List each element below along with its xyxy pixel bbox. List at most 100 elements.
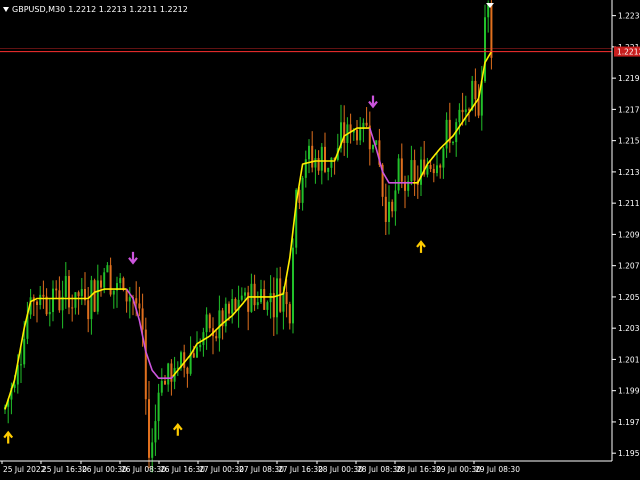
candle bbox=[432, 163, 435, 183]
candle-body bbox=[103, 272, 106, 288]
candle-body bbox=[231, 299, 234, 314]
candle bbox=[368, 111, 371, 166]
candle bbox=[202, 327, 205, 357]
time-label: 25 Jul 16:30 bbox=[42, 465, 87, 474]
candle-body bbox=[215, 336, 218, 339]
price-label: 1.2095 bbox=[618, 230, 640, 239]
candle-body bbox=[256, 302, 259, 306]
candle-body bbox=[64, 276, 67, 297]
candle bbox=[100, 275, 102, 297]
candle-body bbox=[445, 119, 448, 149]
candle-body bbox=[320, 146, 323, 171]
candle-body bbox=[327, 167, 330, 172]
candle-body bbox=[244, 292, 246, 296]
candle bbox=[445, 112, 448, 158]
candle bbox=[144, 317, 147, 415]
price-label: 1.2195 bbox=[618, 74, 640, 83]
ma-line-down bbox=[369, 127, 413, 184]
candle-body bbox=[420, 159, 422, 185]
candles-layer bbox=[4, 0, 493, 473]
candle-body bbox=[439, 165, 442, 168]
candle-body bbox=[151, 442, 154, 458]
candle bbox=[96, 264, 99, 315]
candle bbox=[279, 266, 282, 313]
candle-body bbox=[228, 303, 230, 314]
candle-body bbox=[292, 247, 294, 324]
candle bbox=[285, 279, 288, 318]
candle-body bbox=[167, 363, 170, 385]
candle-body bbox=[58, 290, 61, 311]
candle-body bbox=[138, 303, 141, 309]
current-price-label: 1.2212 bbox=[617, 48, 640, 57]
dropdown-triangle-icon[interactable] bbox=[3, 6, 9, 12]
candle-body bbox=[183, 352, 186, 368]
price-axis-ticks: 1.22351.22151.21951.21751.21551.21351.21… bbox=[612, 12, 640, 458]
candle bbox=[186, 366, 189, 388]
candle bbox=[48, 299, 51, 327]
candle bbox=[263, 280, 266, 310]
candle bbox=[109, 257, 112, 297]
candle bbox=[272, 277, 275, 336]
candle bbox=[477, 84, 480, 119]
candle-body bbox=[106, 265, 109, 273]
price-label: 1.2135 bbox=[618, 168, 640, 177]
candle bbox=[26, 301, 29, 345]
candle bbox=[260, 279, 262, 304]
candle bbox=[410, 145, 413, 186]
candle-body bbox=[429, 165, 432, 169]
candle bbox=[167, 362, 170, 392]
candle-body bbox=[122, 278, 125, 291]
candle-body bbox=[205, 314, 208, 333]
candle-body bbox=[135, 298, 138, 304]
candle-body bbox=[324, 146, 326, 172]
candle-body bbox=[160, 380, 163, 393]
price-label: 1.2175 bbox=[618, 105, 640, 114]
candle bbox=[311, 131, 314, 173]
candle-body bbox=[301, 177, 304, 203]
chart-header: GBPUSD,M30 1.2212 1.2213 1.2211 1.2212 bbox=[3, 2, 188, 16]
candle bbox=[484, 4, 486, 83]
candle bbox=[61, 280, 64, 329]
candle-body bbox=[253, 283, 256, 306]
candle bbox=[490, 0, 493, 70]
candle-body bbox=[39, 294, 42, 305]
time-label: 28 Jul 16:30 bbox=[396, 465, 441, 474]
candle bbox=[157, 383, 160, 440]
candle bbox=[93, 278, 96, 313]
candle bbox=[448, 102, 451, 153]
candle-body bbox=[141, 308, 144, 330]
candle bbox=[68, 269, 70, 315]
candle bbox=[231, 289, 234, 324]
price-chart[interactable]: 1.22351.22151.21951.21751.21551.21351.21… bbox=[0, 0, 640, 480]
candle bbox=[164, 375, 166, 385]
candle-body bbox=[432, 168, 435, 174]
candle-body bbox=[308, 145, 310, 160]
candle bbox=[218, 295, 221, 352]
candle-body bbox=[372, 144, 374, 150]
price-label: 1.2035 bbox=[618, 324, 640, 333]
candle-body bbox=[276, 278, 278, 318]
candle-body bbox=[71, 307, 74, 309]
moving-average-layer bbox=[4, 51, 493, 410]
candle-body bbox=[100, 280, 102, 288]
candle bbox=[84, 272, 86, 306]
current-price-box: 1.2212 bbox=[614, 46, 640, 57]
candle-body bbox=[74, 292, 77, 308]
candle bbox=[426, 157, 429, 178]
candle bbox=[394, 179, 397, 226]
candle-body bbox=[186, 367, 189, 374]
time-label: 27 Jul 00:30 bbox=[199, 465, 244, 474]
candle bbox=[362, 118, 365, 143]
chart-window[interactable]: 1.22351.22151.21951.21751.21551.21351.21… bbox=[0, 0, 640, 480]
candle bbox=[474, 68, 477, 117]
candle bbox=[55, 280, 58, 299]
candle-body bbox=[119, 278, 122, 284]
candle bbox=[253, 274, 256, 311]
candle-body bbox=[413, 160, 416, 181]
candle bbox=[148, 380, 150, 469]
candle-body bbox=[304, 159, 307, 178]
candle-body bbox=[112, 290, 115, 295]
candle-body bbox=[436, 165, 438, 174]
candle-body bbox=[128, 297, 131, 302]
candle-body bbox=[196, 347, 198, 358]
